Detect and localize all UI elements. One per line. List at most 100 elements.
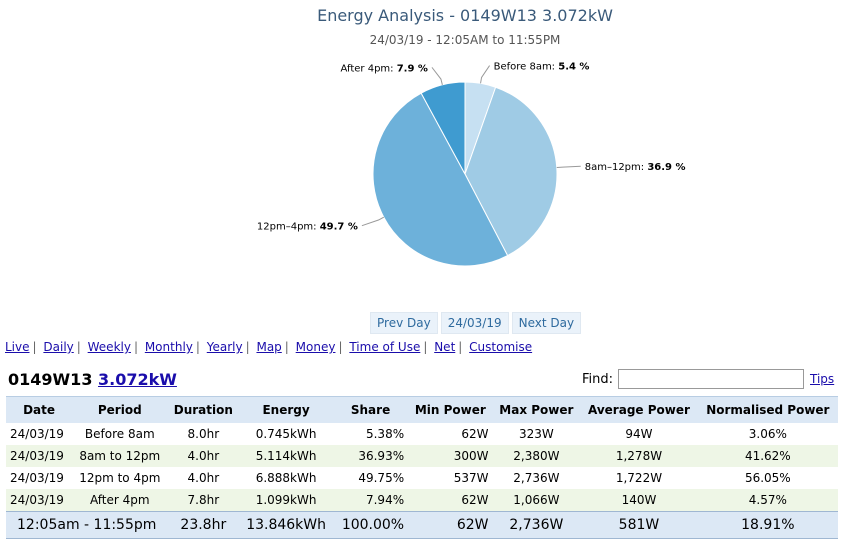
cell-duration: 4.0hr [167, 445, 240, 467]
cell-share: 7.94% [333, 489, 409, 512]
nav-link-customise[interactable]: Customise [469, 340, 532, 354]
cell-normalised-power: 56.05% [744, 471, 791, 485]
nav-link-net[interactable]: Net [434, 340, 455, 354]
cell-min-power: 62W [408, 489, 493, 512]
total-normalised-power: 18.91% [697, 511, 838, 539]
cell-max-power: 2,380W [492, 445, 581, 467]
total-energy: 13.846kWh [239, 511, 333, 539]
separator: | [76, 340, 81, 354]
total-duration: 23.8hr [167, 511, 240, 539]
nav-link-daily[interactable]: Daily [43, 340, 73, 354]
day-navigation: Prev Day 24/03/19 Next Day [370, 312, 582, 334]
table-header-row: Date Period Duration Energy Share Min Po… [6, 396, 838, 423]
cell-period: Before 8am [84, 427, 155, 441]
table-total-row: 12:05am - 11:55pm 23.8hr 13.846kWh 100.0… [6, 511, 838, 539]
find-input[interactable] [618, 369, 805, 389]
cell-min-power: 537W [453, 471, 489, 485]
cell-share: 5.38% [365, 427, 405, 441]
pie-label-3: After 4pm: 7.9 % [341, 63, 428, 74]
col-share[interactable]: Share [333, 396, 409, 423]
find-label: Find: [582, 371, 614, 387]
cell-period: 12pm to 4pm [79, 471, 161, 485]
cell-date: 24/03/19 [6, 489, 73, 512]
nav-link-yearly[interactable]: Yearly [207, 340, 243, 354]
cell-share: 36.93% [333, 445, 409, 467]
total-min-power: 62W [408, 511, 493, 539]
col-min-power[interactable]: Min Power [408, 396, 493, 423]
cell-normalised-power: 4.57% [697, 489, 838, 512]
table-row: 24/03/19 After 4pm 7.8hr 1.099kWh 7.94% … [6, 489, 838, 512]
separator: | [195, 340, 200, 354]
pie-connector-1 [556, 165, 581, 168]
col-duration[interactable]: Duration [167, 396, 240, 423]
pie-connector-3 [431, 67, 443, 85]
table-row: 24/03/19 Before 8am 8.0hr 0.745kWh 5.38%… [6, 423, 838, 445]
table-row: 24/03/19 8am to 12pm 4.0hr 5.114kWh 36.9… [6, 445, 838, 467]
total-max-power: 2,736W [492, 511, 581, 539]
pie-connector-2 [361, 216, 385, 227]
view-links: Live | Daily | Weekly | Monthly | Yearly | Ma… [5, 340, 532, 354]
col-date[interactable]: Date [6, 396, 73, 423]
table-row: 24/03/19 12pm to 4pm 4.0hr 6.888kWh 49.7… [6, 467, 838, 489]
next-day-button[interactable]: Next Day [511, 312, 582, 334]
cell-energy: 5.114kWh [239, 445, 333, 467]
cell-max-power: 2,736W [513, 471, 560, 485]
col-period[interactable]: Period [72, 396, 168, 423]
col-normalised-power[interactable]: Normalised Power [697, 396, 838, 423]
separator: | [32, 340, 37, 354]
col-average-power[interactable]: Average Power [580, 396, 698, 423]
cell-average-power: 94W [625, 427, 653, 441]
separator: | [458, 340, 463, 354]
cell-date: 24/03/19 [10, 471, 64, 485]
total-share: 100.00% [333, 511, 409, 539]
cell-energy: 6.888kWh [255, 471, 317, 485]
nav-link-weekly[interactable]: Weekly [88, 340, 131, 354]
separator: | [284, 340, 289, 354]
nav-link-live[interactable]: Live [5, 340, 30, 354]
find-box: Find: Tips [582, 369, 834, 389]
cell-share: 49.75% [358, 471, 405, 485]
cell-average-power: 1,722W [615, 471, 663, 485]
cell-min-power: 300W [408, 445, 493, 467]
pie-chart: Before 8am: 5.4 % 8am–12pm: 36.9 % 12pm–4p… [257, 62, 686, 267]
nav-link-map[interactable]: Map [256, 340, 281, 354]
device-power-link[interactable]: 3.072kW [98, 370, 177, 389]
total-average-power: 581W [580, 511, 698, 539]
nav-link-time-of-use[interactable]: Time of Use [349, 340, 420, 354]
cell-max-power: 1,066W [492, 489, 581, 512]
total-period: 12:05am - 11:55pm [6, 511, 168, 539]
separator: | [245, 340, 250, 354]
nav-link-monthly[interactable]: Monthly [145, 340, 193, 354]
energy-table: Date Period Duration Energy Share Min Po… [6, 396, 838, 539]
cell-max-power: 323W [518, 427, 554, 441]
cell-period: 8am to 12pm [72, 445, 168, 467]
prev-day-button[interactable]: Prev Day [370, 312, 438, 334]
pie-label-1: 8am–12pm: 36.9 % [585, 162, 686, 173]
cell-normalised-power: 41.62% [697, 445, 838, 467]
separator: | [338, 340, 343, 354]
pie-label-2: 12pm–4pm: 49.7 % [257, 222, 358, 233]
device-heading: 0149W13 3.072kW [8, 370, 177, 389]
cell-duration: 8.0hr [187, 427, 220, 441]
nav-link-money[interactable]: Money [296, 340, 336, 354]
cell-date: 24/03/19 [10, 427, 64, 441]
pie-connector-0 [480, 65, 491, 84]
current-date-button[interactable]: 24/03/19 [440, 312, 509, 334]
col-max-power[interactable]: Max Power [492, 396, 581, 423]
cell-duration: 7.8hr [167, 489, 240, 512]
cell-normalised-power: 3.06% [748, 427, 787, 441]
cell-min-power: 62W [461, 427, 489, 441]
cell-energy: 1.099kWh [239, 489, 333, 512]
device-id: 0149W13 [8, 370, 93, 389]
cell-period: After 4pm [72, 489, 168, 512]
cell-average-power: 1,278W [580, 445, 698, 467]
col-energy[interactable]: Energy [239, 396, 333, 423]
separator: | [423, 340, 428, 354]
cell-date: 24/03/19 [6, 445, 73, 467]
cell-average-power: 140W [580, 489, 698, 512]
separator: | [133, 340, 138, 354]
tips-link[interactable]: Tips [810, 372, 834, 386]
cell-energy: 0.745kWh [255, 427, 317, 441]
cell-duration: 4.0hr [187, 471, 220, 485]
pie-label-0: Before 8am: 5.4 % [494, 62, 590, 73]
